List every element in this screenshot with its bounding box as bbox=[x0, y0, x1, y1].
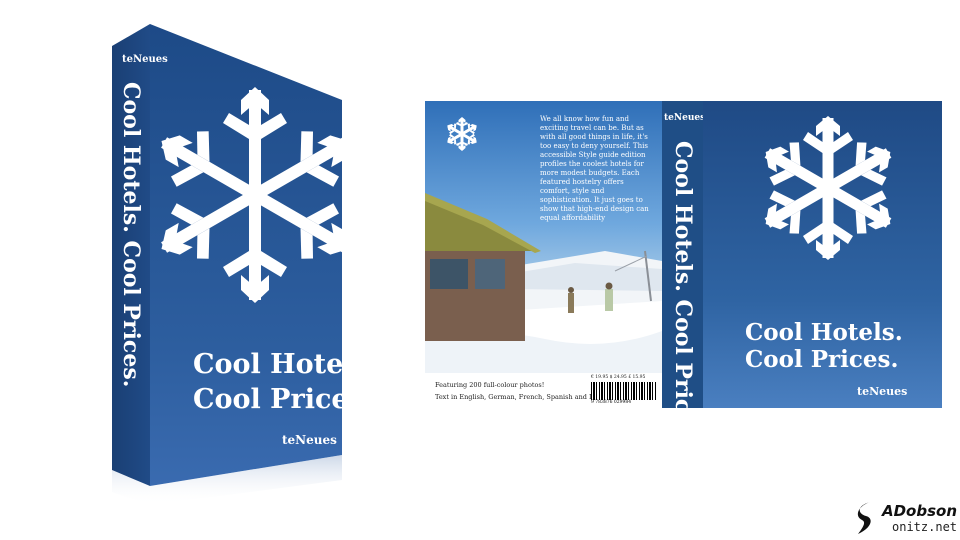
price-list: € 19.95 $ 24.95 £ 15.95 bbox=[591, 375, 646, 380]
signature-site: onitz.net bbox=[892, 520, 958, 534]
spine-title: Cool Hotels. Cool Prices. bbox=[670, 141, 696, 447]
flat-spine: teNeues Cool Hotels. Cool Prices. bbox=[662, 101, 706, 446]
book-3d-publisher: teNeues bbox=[282, 433, 337, 447]
front-title-line1: Cool Hotels. bbox=[745, 319, 903, 346]
book-3d-title-line1: Cool Hotels. bbox=[193, 349, 378, 380]
footer-photos-note: Featuring 200 full-colour photos! bbox=[435, 381, 545, 389]
spine-publisher: teNeues bbox=[664, 113, 706, 123]
back-cover: We all know how fun and exciting travel … bbox=[425, 101, 662, 408]
book-3d-spine-title: Cool Hotels. Cool Prices. bbox=[118, 82, 144, 387]
flat-cover-layout: We all know how fun and exciting travel … bbox=[425, 101, 942, 446]
book-3d-mockup: Cool Hotels. Cool Prices. teNeues teNeue… bbox=[0, 0, 400, 540]
isbn-number: 9 783876 029984 bbox=[591, 400, 632, 405]
barcode-bars bbox=[591, 382, 657, 400]
snowflake-icon bbox=[444, 117, 480, 151]
back-cover-footer: Featuring 200 full-colour photos! Text i… bbox=[425, 373, 662, 408]
book-3d-title-line2: Cool Prices. bbox=[193, 384, 373, 415]
footer-languages-note: Text in English, German, French, Spanish… bbox=[435, 393, 611, 401]
barcode: € 19.95 $ 24.95 £ 15.95 9 783876 029984 bbox=[591, 375, 657, 406]
signature-logo-icon bbox=[857, 502, 871, 534]
snowflake-icon bbox=[753, 116, 903, 260]
front-cover-art bbox=[753, 116, 903, 260]
front-cover: Cool Hotels. Cool Prices. teNeues bbox=[703, 101, 942, 408]
book-3d-spine-publisher: teNeues bbox=[122, 54, 168, 65]
front-cover-publisher: teNeues bbox=[857, 385, 908, 398]
back-cover-blurb: We all know how fun and exciting travel … bbox=[540, 115, 649, 222]
front-title-line2: Cool Prices. bbox=[745, 346, 899, 373]
front-cover-title: Cool Hotels. Cool Prices. bbox=[745, 319, 903, 373]
book-3d-shape: Cool Hotels. Cool Prices. teNeues teNeue… bbox=[112, 24, 378, 505]
designer-signature: ADobson onitz.net bbox=[852, 500, 957, 536]
signature-name: ADobson bbox=[882, 502, 958, 520]
